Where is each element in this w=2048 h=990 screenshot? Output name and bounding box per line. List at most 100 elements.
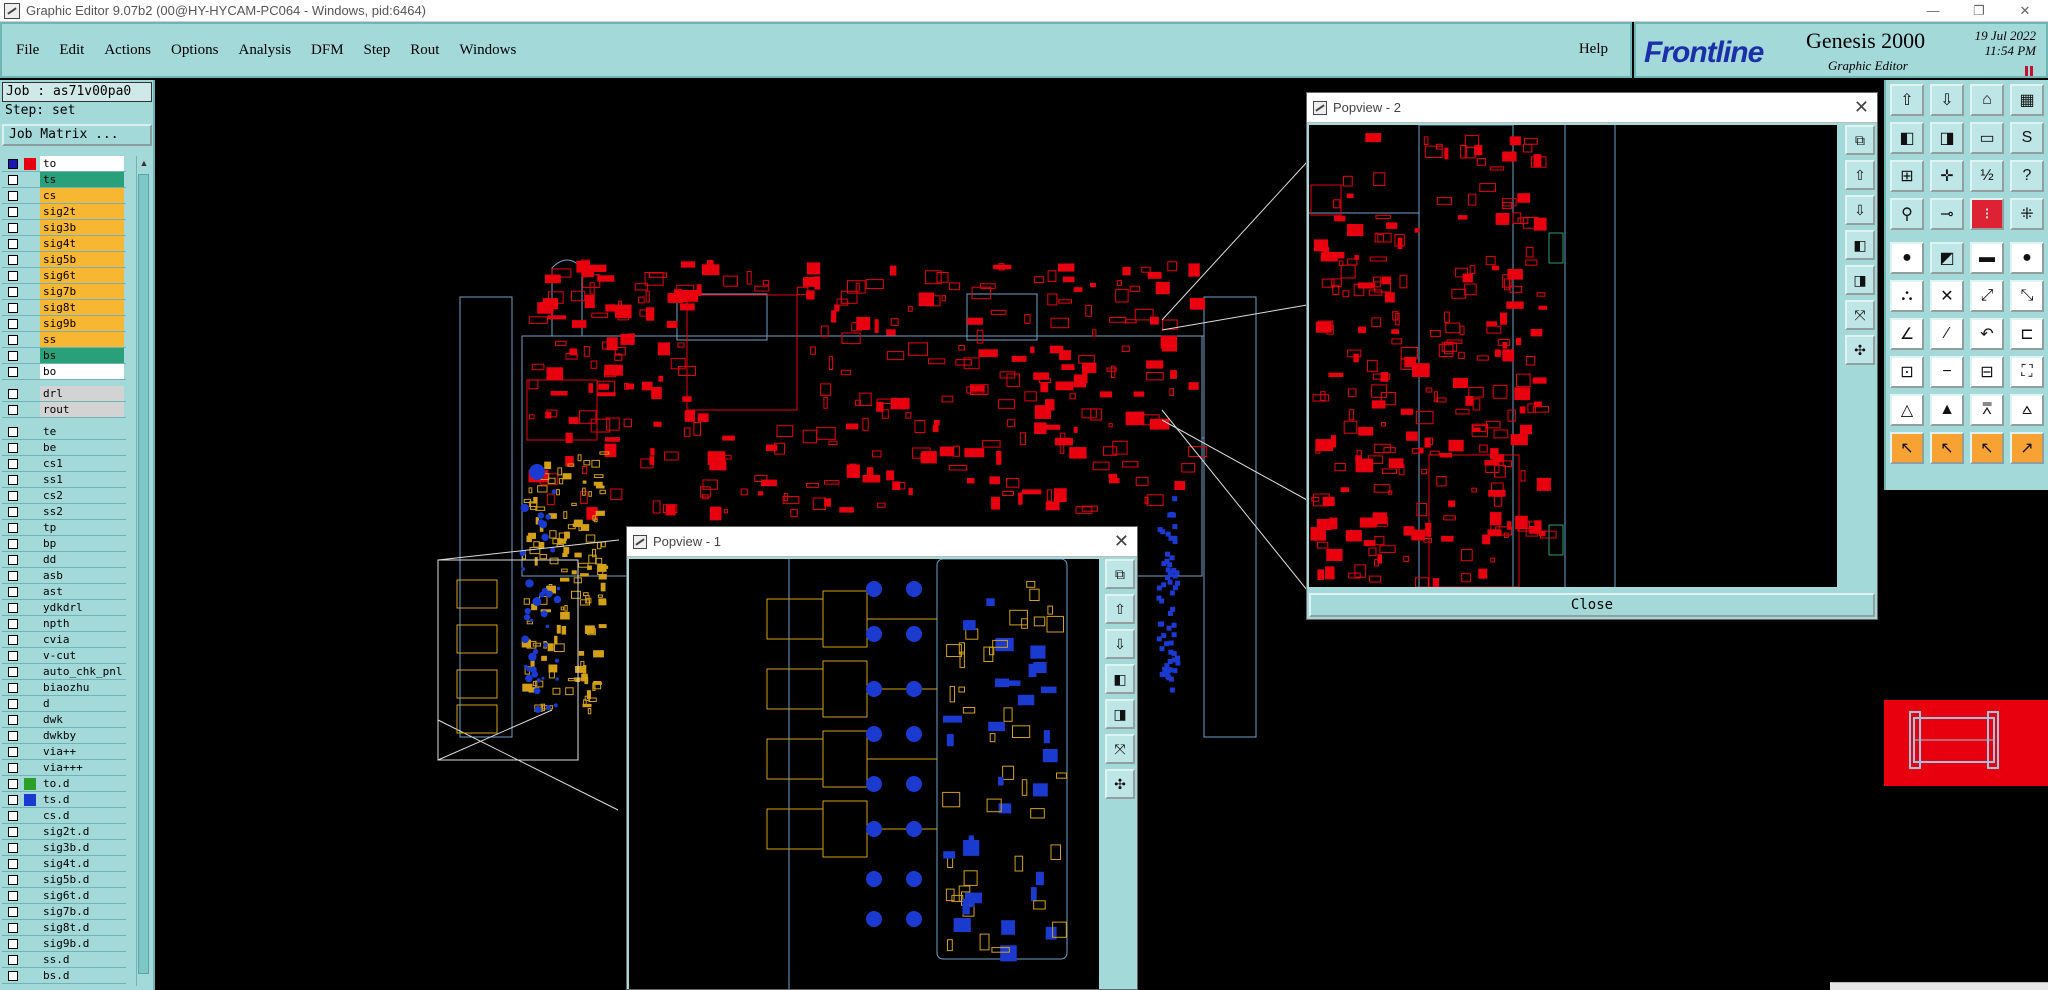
layer-name[interactable]: to.d <box>40 776 124 791</box>
pv-center-icon[interactable]: ✣ <box>1105 769 1135 799</box>
layer-checkbox[interactable] <box>8 843 18 853</box>
layer-row[interactable]: ss1 <box>2 472 126 488</box>
layer-row[interactable]: ts <box>2 172 126 188</box>
help-icon[interactable]: ? <box>2010 160 2044 192</box>
layer-checkbox[interactable] <box>8 191 18 201</box>
pv-right-icon[interactable]: ◨ <box>1845 265 1875 295</box>
net-icon[interactable]: ⁝ <box>1970 198 2004 230</box>
layer-checkbox[interactable] <box>8 367 18 377</box>
layer-name[interactable]: sig7b.d <box>40 904 124 919</box>
scroll-thumb[interactable] <box>138 174 149 974</box>
menu-step[interactable]: Step <box>364 42 391 59</box>
pv-fit-icon[interactable]: ⧉ <box>1845 125 1875 155</box>
layer-row[interactable]: d <box>2 696 126 712</box>
minimize-icon[interactable]: — <box>1910 0 1956 22</box>
popview-2-close-button[interactable]: Close <box>1309 593 1875 617</box>
grid-icon[interactable]: ▦ <box>2010 84 2044 116</box>
layer-name[interactable]: sig8t.d <box>40 920 124 935</box>
layer-checkbox[interactable] <box>8 303 18 313</box>
layer-row[interactable]: npth <box>2 616 126 632</box>
layer-name[interactable]: ss <box>40 332 124 347</box>
layer-checkbox[interactable] <box>8 939 18 949</box>
layer-checkbox[interactable] <box>8 811 18 821</box>
tri1-icon[interactable]: △ <box>1890 394 1924 426</box>
layer-row[interactable]: ss <box>2 332 126 348</box>
layer-checkbox[interactable] <box>8 635 18 645</box>
layer-row[interactable]: bo <box>2 364 126 380</box>
layer-name[interactable]: sig2t <box>40 204 124 219</box>
angle-icon[interactable]: ∠ <box>1890 318 1924 350</box>
layer-name[interactable]: sig7b <box>40 284 124 299</box>
layer-row[interactable]: cs2 <box>2 488 126 504</box>
menu-help[interactable]: Help <box>1579 41 1608 58</box>
layer-name[interactable]: ydkdrl <box>40 600 124 615</box>
zoom-left-icon[interactable]: ◧ <box>1890 122 1924 154</box>
layer-row[interactable]: via++ <box>2 744 126 760</box>
layer-row[interactable]: cs <box>2 188 126 204</box>
close-window-icon[interactable]: ✕ <box>2002 0 2048 22</box>
layer-row[interactable]: sig9b <box>2 316 126 332</box>
pointer4-icon[interactable]: ↗ <box>2010 432 2044 464</box>
popview-1-close-icon[interactable]: ✕ <box>1114 531 1129 552</box>
layer-name[interactable]: tp <box>40 520 124 535</box>
layer-name[interactable]: auto_chk_pnl <box>40 664 124 679</box>
link-icon[interactable]: ⤢ <box>1970 280 2004 312</box>
menu-options[interactable]: Options <box>171 42 219 59</box>
layer-checkbox[interactable] <box>8 239 18 249</box>
pointer3-icon[interactable]: ↖ <box>1970 432 2004 464</box>
pv-zoom-out-icon[interactable]: ⇩ <box>1845 195 1875 225</box>
layer-row[interactable]: te <box>2 424 126 440</box>
layer-name[interactable]: cs <box>40 188 124 203</box>
layer-row[interactable]: bs.d <box>2 968 126 984</box>
layer-checkbox[interactable] <box>8 459 18 469</box>
zoom-home-icon[interactable]: ⇧ <box>1890 84 1924 116</box>
layer-row[interactable]: auto_chk_pnl <box>2 664 126 680</box>
pv-left-icon[interactable]: ◧ <box>1845 230 1875 260</box>
center-icon[interactable]: ✛ <box>1930 160 1964 192</box>
layer-checkbox[interactable] <box>8 491 18 501</box>
layer-row[interactable]: sig2t.d <box>2 824 126 840</box>
layer-checkbox[interactable] <box>8 405 18 415</box>
layer-row[interactable]: sig7b.d <box>2 904 126 920</box>
layer-name[interactable]: d <box>40 696 124 711</box>
layer-name[interactable]: rout <box>40 402 124 417</box>
layer-name[interactable]: sig4t <box>40 236 124 251</box>
layer-checkbox[interactable] <box>8 587 18 597</box>
layer-row[interactable]: sig6t.d <box>2 888 126 904</box>
layer-row[interactable]: sig3b.d <box>2 840 126 856</box>
layer-checkbox[interactable] <box>8 619 18 629</box>
layer-row[interactable]: ast <box>2 584 126 600</box>
layer-row[interactable]: tp <box>2 520 126 536</box>
pv-expand-icon[interactable]: ⤧ <box>1845 300 1875 330</box>
layer-checkbox[interactable] <box>8 389 18 399</box>
tri2-icon[interactable]: ▲ <box>1930 394 1964 426</box>
layer-name[interactable]: te <box>40 424 124 439</box>
menu-analysis[interactable]: Analysis <box>239 42 292 59</box>
layer-checkbox[interactable] <box>8 555 18 565</box>
layer-name[interactable]: asb <box>40 568 124 583</box>
layer-name[interactable]: ts <box>40 172 124 187</box>
pv-zoom-in-icon[interactable]: ⇧ <box>1105 594 1135 624</box>
layer-row[interactable]: be <box>2 440 126 456</box>
layer-checkbox[interactable] <box>8 603 18 613</box>
layer-name[interactable]: sig2t.d <box>40 824 124 839</box>
layer-name[interactable]: npth <box>40 616 124 631</box>
layer-row[interactable]: drl <box>2 386 126 402</box>
menu-actions[interactable]: Actions <box>104 42 151 59</box>
layer-name[interactable]: cs1 <box>40 456 124 471</box>
layer-checkbox[interactable] <box>8 715 18 725</box>
layer-name[interactable]: cvia <box>40 632 124 647</box>
layer-name[interactable]: bp <box>40 536 124 551</box>
layer-row[interactable]: sig7b <box>2 284 126 300</box>
job-matrix-button[interactable]: Job Matrix ... <box>2 124 152 146</box>
layer-name[interactable]: cs.d <box>40 808 124 823</box>
layer-name[interactable]: sig6t <box>40 268 124 283</box>
layer-row[interactable]: sig5b <box>2 252 126 268</box>
home-icon[interactable]: ⌂ <box>1970 84 2004 116</box>
popview-2-close-icon[interactable]: ✕ <box>1854 97 1869 118</box>
menu-rout[interactable]: Rout <box>410 42 439 59</box>
layer-name[interactable]: to <box>40 156 124 171</box>
zoom-down-icon[interactable]: ⇩ <box>1930 84 1964 116</box>
layer-checkbox[interactable] <box>8 255 18 265</box>
layer-row[interactable]: dd <box>2 552 126 568</box>
